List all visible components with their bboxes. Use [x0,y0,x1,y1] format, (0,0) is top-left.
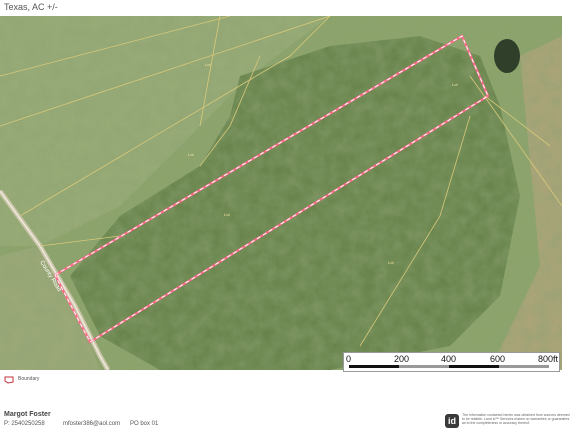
svg-text:Lot: Lot [452,82,458,87]
agent-footer: Margot Foster P: 2540250258 mfoster386@a… [0,404,576,432]
agent-po-box: PO box 01 [130,421,159,427]
scale-bar: 0 200 400 600 800ft [343,352,560,372]
agent-email[interactable]: mfoster386@aol.com [63,421,120,427]
texture-fine [0,16,562,370]
scale-tick-800ft: 800ft [538,354,559,364]
agent-phone: P: 2540250258 [4,421,45,427]
agent-name: Margot Foster [4,411,51,418]
svg-text:Lot: Lot [205,62,211,67]
aerial-map[interactable]: County Road Lot Lot Lot Lot Lot [0,16,562,370]
boundary-swatch-icon [4,376,14,384]
scale-segments [349,365,549,368]
svg-text:Lot: Lot [224,212,230,217]
scale-tick-600: 600 [490,354,506,364]
scale-tick-200: 200 [394,354,410,364]
svg-text:Lot: Lot [388,260,394,265]
legend-label: Boundary [18,376,40,382]
scale-tick-0: 0 [346,354,352,364]
svg-text:Lot: Lot [188,152,194,157]
map-header: Texas, AC +/- [0,0,576,16]
pond [494,39,520,73]
scale-tick-400: 400 [441,354,457,364]
aerial-imagery: County Road Lot Lot Lot Lot Lot [0,16,562,370]
land-id-logo-icon: id [445,414,459,428]
disclaimer-text: The information contained herein was obt… [462,413,570,426]
map-title: Texas, AC +/- [4,2,58,12]
